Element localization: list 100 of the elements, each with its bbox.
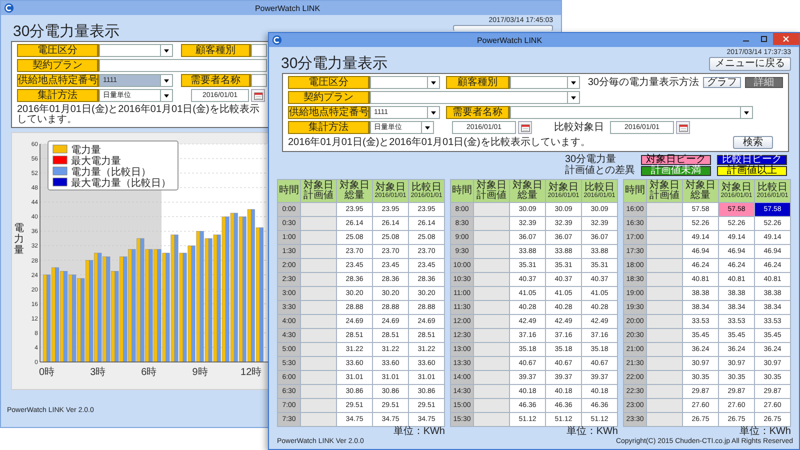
column-header: 対象日総量 (337, 180, 372, 202)
plan-cell (647, 413, 682, 426)
search-button[interactable]: 検索 (733, 136, 773, 149)
field-label: 需要者名称 (181, 74, 251, 87)
field-caption: 比較対象日 (554, 122, 604, 134)
dropdown[interactable] (510, 106, 753, 119)
plan-cell (647, 329, 682, 342)
caret-icon (431, 80, 436, 84)
legend-label: 最大電力量 (71, 156, 121, 167)
plan-cell (647, 357, 682, 370)
plan-cell (301, 301, 336, 314)
plan-cell (301, 203, 336, 216)
field-label: 供給地点特定番号 (17, 74, 99, 87)
input-field[interactable] (99, 59, 267, 72)
column-header: 時間 (624, 180, 646, 202)
legend-label: 電力量 (71, 145, 101, 156)
comparison-note: 2016年01月01日(金)と2016年01月01日(金)を比較表示しています。 (288, 136, 590, 148)
column-header: 対象日総量 (683, 180, 718, 202)
plan-cell (301, 315, 336, 328)
field-label: 契約プラン (17, 59, 99, 72)
calendar-icon (254, 92, 262, 100)
menu-button[interactable]: メニューに戻る (709, 57, 791, 71)
comparison-note: 2016年01月01日(金)と2016年01月01日(金)を比較表示しています。 (17, 105, 260, 125)
column-header: 対象日総量 (510, 180, 545, 202)
plan-cell (474, 231, 509, 244)
legend-label: 最大電力量（比較日） (71, 178, 171, 189)
plan-cell (301, 371, 336, 384)
caret-icon (744, 110, 749, 114)
caret-icon (164, 78, 169, 82)
plan-cell (647, 385, 682, 398)
plan-cell (301, 399, 336, 412)
legend-swatch: 比較日ピーク (717, 155, 787, 165)
legend-swatch: 対象日ピーク (641, 155, 711, 165)
plan-cell (301, 357, 336, 370)
window-title: PowerWatch LINK (476, 36, 544, 44)
field-label: 契約プラン (288, 91, 370, 104)
legend-label: 電力量（比較日） (71, 167, 151, 178)
caret-icon (164, 94, 169, 98)
tick-label: 3時 (90, 367, 106, 378)
plan-cell (474, 371, 509, 384)
legend-swatch: 計画値以上 (717, 166, 787, 176)
unit-label: 単位：KWh (566, 427, 618, 437)
window-title: PowerWatch LINK (254, 4, 322, 12)
input-field[interactable] (251, 74, 267, 87)
plan-cell (647, 273, 682, 286)
plan-cell (474, 287, 509, 300)
dropdown[interactable] (510, 76, 580, 89)
plan-cell (301, 217, 336, 230)
plan-cell (474, 399, 509, 412)
dropdown[interactable] (99, 44, 173, 57)
view-button[interactable]: グラフ (703, 77, 741, 88)
close-button[interactable] (773, 33, 799, 45)
view-button[interactable]: 詳細 (745, 77, 783, 88)
app-icon (4, 3, 14, 13)
field-label: 需要者名称 (446, 106, 510, 119)
plan-cell (474, 413, 509, 426)
field-label: 集計方法 (288, 121, 370, 134)
caret-icon (425, 126, 430, 130)
legend-title: 計画値との差異 (565, 166, 635, 176)
plan-cell (647, 217, 682, 230)
calendar-button[interactable] (251, 89, 265, 102)
dropdown[interactable] (370, 91, 580, 104)
app-icon (272, 35, 282, 45)
column-header: 時間 (278, 180, 300, 202)
caret-icon (164, 48, 169, 52)
tick-label: 9時 (192, 367, 208, 378)
field-label: 集計方法 (17, 89, 99, 102)
plan-cell (474, 245, 509, 258)
tick-label: 6時 (141, 367, 157, 378)
calendar-button[interactable] (518, 121, 532, 134)
plan-cell (647, 245, 682, 258)
plan-cell (647, 287, 682, 300)
plan-cell (647, 399, 682, 412)
plan-cell (474, 329, 509, 342)
column-header: 時間 (451, 180, 473, 202)
plan-cell (647, 203, 682, 216)
menu-button[interactable] (453, 25, 553, 31)
plan-cell (474, 357, 509, 370)
maximize-icon (760, 35, 768, 43)
plan-cell (301, 287, 336, 300)
plan-cell (647, 343, 682, 356)
column-header: 対象日計画値 (647, 180, 682, 202)
plan-cell (474, 301, 509, 314)
calendar-icon (678, 124, 688, 132)
plan-cell (474, 273, 509, 286)
column-header: 対象日計画値 (474, 180, 509, 202)
plan-cell (474, 343, 509, 356)
field-label: 顧客種別 (181, 44, 251, 57)
axis-title: 電力量 (14, 223, 24, 256)
plan-cell (301, 413, 336, 426)
field-label: 電圧区分 (288, 76, 370, 89)
plan-cell (474, 217, 509, 230)
close-icon (782, 35, 790, 43)
tick-label: 12時 (240, 367, 262, 378)
page-heading: 30分電力量表示 (13, 23, 120, 41)
dropdown[interactable] (370, 76, 440, 89)
plan-cell (474, 203, 509, 216)
input-field[interactable] (251, 44, 267, 57)
field-label: 供給地点特定番号 (288, 106, 370, 119)
calendar-button[interactable] (676, 121, 690, 134)
